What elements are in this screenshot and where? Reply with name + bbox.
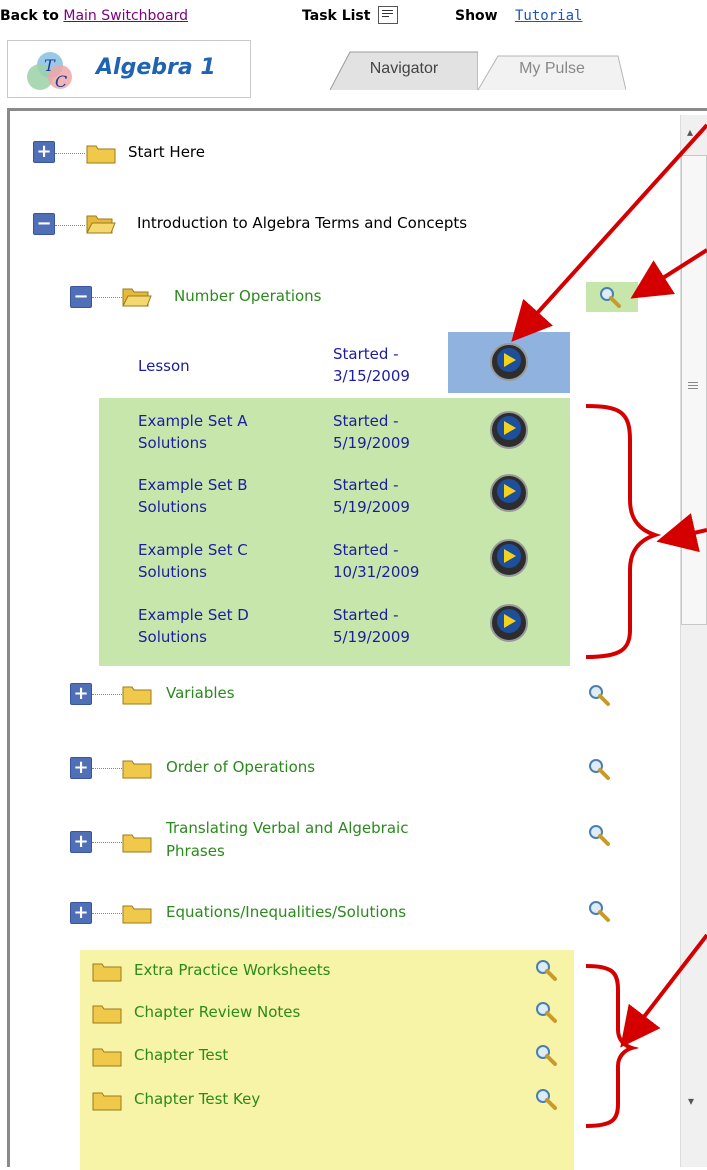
annotation-brace [585, 964, 640, 1128]
annotation-arrow [511, 123, 707, 342]
annotation-arrow [620, 933, 707, 1048]
annotation-brace [585, 404, 662, 659]
annotation-overlay [511, 123, 707, 1128]
annotation-arrow [630, 248, 707, 299]
annotation-arrow [656, 513, 707, 553]
